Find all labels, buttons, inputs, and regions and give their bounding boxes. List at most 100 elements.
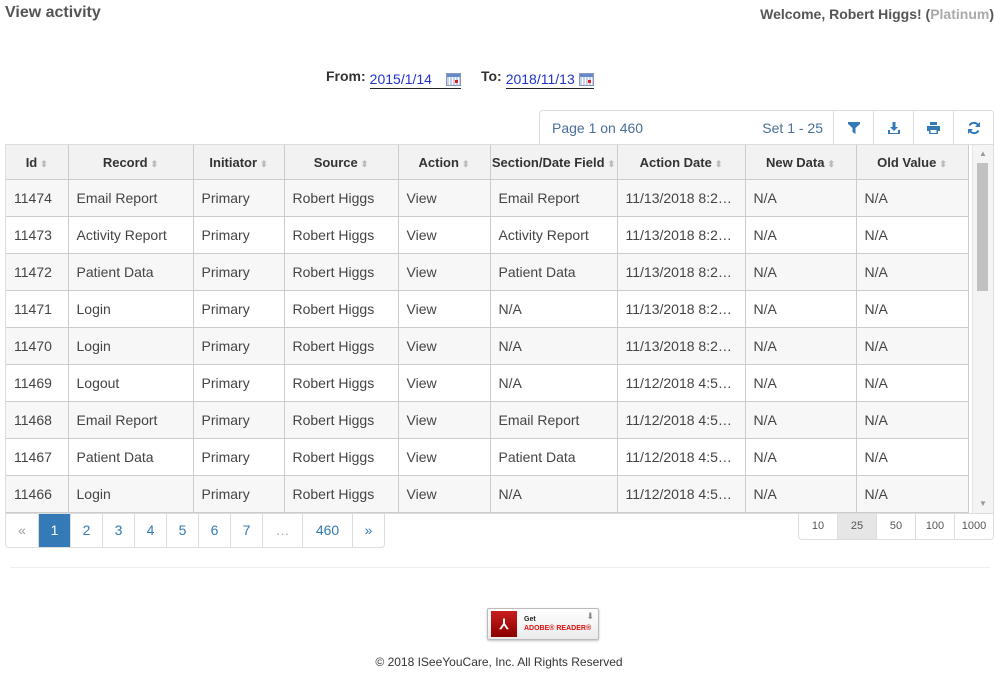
table-cell: Email Report	[67, 401, 194, 439]
table-cell: N/A	[855, 364, 969, 402]
page-button[interactable]: 460	[302, 514, 352, 547]
table-cell: N/A	[744, 290, 857, 328]
table-cell: Login	[67, 475, 194, 513]
copyright: © 2018 ISeeYouCare, Inc. All Rights Rese…	[375, 655, 623, 669]
table-cell: N/A	[489, 364, 618, 402]
column-header[interactable]: Action Date ⬍	[616, 145, 746, 180]
column-header[interactable]: Old Value ⬍	[855, 145, 969, 180]
table-cell: Primary	[192, 327, 285, 365]
calendar-icon[interactable]	[445, 72, 461, 86]
table-row[interactable]: 11472 Patient Data Primary Robert Higgs View…	[6, 253, 969, 291]
column-header[interactable]: Section/Date Field ⬍	[489, 145, 618, 180]
table-row[interactable]: 11471 Login Primary Robert Higgs View N/A 11/1…	[6, 290, 969, 328]
table-row[interactable]: 11473 Activity Report Primary Robert Higgs V…	[6, 216, 969, 254]
table-cell: View	[397, 475, 491, 513]
column-header[interactable]: Source ⬍	[283, 145, 399, 180]
scrollbar-thumb[interactable]	[977, 163, 988, 291]
table-cell: N/A	[744, 438, 857, 476]
table-cell: N/A	[744, 364, 857, 402]
set-info: Set 1 - 25	[762, 120, 823, 136]
table-row[interactable]: 11470 Login Primary Robert Higgs View N/A 11/1…	[6, 327, 969, 365]
page-button[interactable]: 4	[134, 514, 166, 547]
table-cell: 11470	[6, 327, 69, 365]
sort-icon[interactable]: ⬍	[462, 159, 470, 169]
column-header-label: Id	[25, 154, 38, 170]
activity-grid: Id ⬍ Record ⬍ Initiator ⬍ Source ⬍ Action ⬍ Sectio…	[5, 144, 994, 514]
sort-icon[interactable]: ⬍	[40, 159, 48, 169]
table-cell: Robert Higgs	[283, 475, 399, 513]
table-cell: 11472	[6, 253, 69, 291]
page-size-option[interactable]: 50	[876, 514, 915, 539]
table-cell: Logout	[67, 364, 194, 402]
column-header[interactable]: Initiator ⬍	[192, 145, 285, 180]
adobe-logo-icon: ⅄	[491, 611, 517, 637]
from-date-input[interactable]: 2015/1/14	[369, 66, 461, 89]
next-page-button[interactable]: »	[352, 514, 384, 547]
vertical-scrollbar[interactable]: ▲ ▼	[972, 145, 993, 513]
column-header-label: Record	[102, 154, 148, 170]
grid-toolbar: Page 1 on 460 Set 1 - 25	[539, 110, 994, 146]
print-button[interactable]	[913, 110, 953, 146]
table-cell: Patient Data	[489, 438, 618, 476]
scroll-down-icon[interactable]: ▼	[973, 497, 993, 511]
table-cell: 11469	[6, 364, 69, 402]
column-header[interactable]: Record ⬍	[67, 145, 194, 180]
sort-icon[interactable]: ⬍	[608, 159, 616, 169]
page-size-selector: 10 25 50 100 1000	[798, 513, 994, 540]
table-cell: N/A	[855, 401, 969, 439]
page-size-option[interactable]: 1000	[954, 514, 993, 539]
table-cell: 11/12/2018 4:5…	[616, 475, 746, 513]
refresh-button[interactable]	[953, 110, 993, 146]
table-row[interactable]: 11474 Email Report Primary Robert Higgs View…	[6, 179, 969, 217]
page-button[interactable]: 3	[102, 514, 134, 547]
page-size-option[interactable]: 100	[915, 514, 954, 539]
page-size-option[interactable]: 10	[799, 514, 837, 539]
scroll-up-icon[interactable]: ▲	[973, 147, 993, 161]
page-button[interactable]: 5	[166, 514, 198, 547]
table-cell: Email Report	[489, 401, 618, 439]
table-cell: N/A	[855, 253, 969, 291]
column-header[interactable]: Id ⬍	[6, 145, 69, 180]
column-header[interactable]: New Data ⬍	[744, 145, 857, 180]
page-title: View activity	[5, 4, 101, 21]
table-row[interactable]: 11467 Patient Data Primary Robert Higgs View…	[6, 438, 969, 476]
sort-icon[interactable]: ⬍	[715, 159, 723, 169]
sort-icon[interactable]: ⬍	[827, 159, 835, 169]
table-cell: 11/13/2018 8:2…	[616, 253, 746, 291]
sort-icon[interactable]: ⬍	[361, 159, 369, 169]
table-cell: View	[397, 364, 491, 402]
table-cell: N/A	[489, 290, 618, 328]
sort-icon[interactable]: ⬍	[260, 159, 268, 169]
page-button: …	[262, 514, 302, 547]
page-button[interactable]: 2	[70, 514, 102, 547]
page-button[interactable]: 6	[198, 514, 230, 547]
table-cell: N/A	[855, 290, 969, 328]
calendar-icon[interactable]	[578, 72, 594, 86]
prev-page-button[interactable]: «	[6, 514, 38, 547]
column-header-label: Action Date	[639, 154, 712, 170]
table-cell: View	[397, 253, 491, 291]
sort-icon[interactable]: ⬍	[939, 159, 947, 169]
table-row[interactable]: 11469 Logout Primary Robert Higgs View N/A 11/…	[6, 364, 969, 402]
get-adobe-reader-button[interactable]: ⅄ Get ADOBE® READER® ⬇	[487, 608, 599, 640]
to-date-input[interactable]: 2018/11/13	[505, 66, 594, 89]
download-button[interactable]	[873, 110, 913, 146]
table-cell: N/A	[744, 179, 857, 217]
page-button[interactable]: 7	[230, 514, 262, 547]
page-size-option[interactable]: 25	[837, 514, 876, 539]
page-button[interactable]: 1	[38, 514, 70, 547]
table-cell: 11468	[6, 401, 69, 439]
welcome-text: Welcome, Robert Higgs! (	[760, 6, 931, 22]
table-row[interactable]: 11468 Email Report Primary Robert Higgs View…	[6, 401, 969, 439]
column-header[interactable]: Action ⬍	[397, 145, 491, 180]
table-cell: N/A	[489, 327, 618, 365]
table-cell: Patient Data	[67, 253, 194, 291]
sort-icon[interactable]: ⬍	[151, 159, 159, 169]
table-row[interactable]: 11466 Login Primary Robert Higgs View N/A 11/1…	[6, 475, 969, 513]
adobe-name-label: ADOBE® READER®	[524, 625, 592, 632]
from-date-value[interactable]: 2015/1/14	[370, 71, 432, 87]
download-icon	[887, 122, 900, 134]
table-cell: N/A	[855, 179, 969, 217]
filter-button[interactable]	[833, 110, 873, 146]
to-date-value[interactable]: 2018/11/13	[506, 71, 575, 87]
